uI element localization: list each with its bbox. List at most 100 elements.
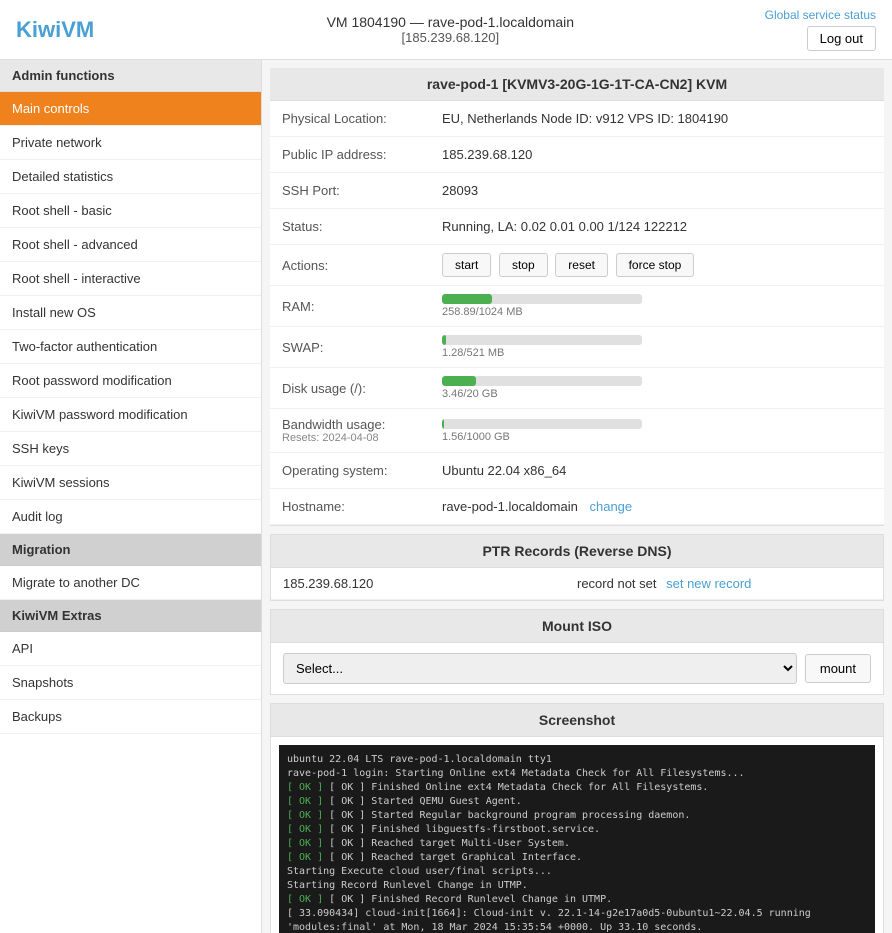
sidebar-item-migrate-dc[interactable]: Migrate to another DC [0, 566, 261, 600]
screenshot-line-0: ubuntu 22.04 LTS rave-pod-1.localdomain … [287, 753, 867, 767]
sidebar-item-main-controls[interactable]: Main controls [0, 92, 261, 126]
vm-ip: [185.239.68.120] [136, 30, 765, 45]
swap-row: SWAP: 1.28/521 MB [270, 327, 884, 368]
swap-progress-fill [442, 335, 446, 345]
os-label: Operating system: [282, 463, 442, 478]
screenshot-line-4: [ OK ] [ OK ] Started Regular background… [287, 809, 867, 823]
panel-title: rave-pod-1 [KVMV3-20G-1G-1T-CA-CN2] KVM [270, 68, 884, 101]
actions-label: Actions: [282, 258, 442, 273]
public-ip-row: Public IP address: 185.239.68.120 [270, 137, 884, 173]
iso-select[interactable]: Select... [283, 653, 797, 684]
sidebar-item-root-shell-interactive[interactable]: Root shell - interactive [0, 262, 261, 296]
disk-row: Disk usage (/): 3.46/20 GB [270, 368, 884, 409]
screenshot-line-7: [ OK ] [ OK ] Reached target Graphical I… [287, 851, 867, 865]
sidebar-item-two-factor-auth[interactable]: Two-factor authentication [0, 330, 261, 364]
stop-button[interactable]: stop [499, 253, 548, 277]
disk-text: 3.46/20 GB [442, 388, 872, 400]
disk-progress-bg [442, 376, 642, 386]
actions-value: start stop reset force stop [442, 253, 872, 277]
physical-location-label: Physical Location: [282, 111, 442, 126]
os-value: Ubuntu 22.04 x86_64 [442, 463, 872, 478]
ssh-port-value: 28093 [442, 183, 872, 198]
mount-iso-section: Mount ISO Select... ▼ mount [270, 609, 884, 695]
topbar-right: Global service status Log out [765, 8, 876, 51]
hostname-label: Hostname: [282, 499, 442, 514]
ram-progress-fill [442, 294, 492, 304]
sidebar-item-kiwivm-password[interactable]: KiwiVM password modification [0, 398, 261, 432]
sidebar-item-root-shell-basic[interactable]: Root shell - basic [0, 194, 261, 228]
bandwidth-value: 1.56/1000 GB [442, 419, 872, 443]
ptr-row: 185.239.68.120 record not set set new re… [271, 568, 883, 600]
sidebar-item-root-shell-advanced[interactable]: Root shell - advanced [0, 228, 261, 262]
physical-location-row: Physical Location: EU, Netherlands Node … [270, 101, 884, 137]
start-button[interactable]: start [442, 253, 491, 277]
physical-location-value: EU, Netherlands Node ID: v912 VPS ID: 18… [442, 111, 872, 126]
screenshot-line-1: rave-pod-1 login: Starting Online ext4 M… [287, 767, 867, 781]
main-info-panel: rave-pod-1 [KVMV3-20G-1G-1T-CA-CN2] KVM … [270, 68, 884, 526]
ptr-title: PTR Records (Reverse DNS) [271, 535, 883, 568]
ram-progress-bg [442, 294, 642, 304]
ptr-set-link[interactable]: set new record [666, 576, 751, 591]
screenshot-line-9: Starting Record Runlevel Change in UTMP. [287, 879, 867, 893]
bandwidth-label: Bandwidth usage: Resets: 2024-04-08 [282, 417, 442, 444]
swap-progress-bg [442, 335, 642, 345]
sidebar-item-kiwivm-sessions[interactable]: KiwiVM sessions [0, 466, 261, 500]
ptr-status: record not set set new record [577, 576, 871, 591]
status-value: Running, LA: 0.02 0.01 0.00 1/124 122212 [442, 219, 872, 234]
ram-label: RAM: [282, 299, 442, 314]
bandwidth-progress-bg [442, 419, 642, 429]
hostname-row: Hostname: rave-pod-1.localdomain change [270, 489, 884, 525]
bandwidth-progress-fill [442, 419, 444, 429]
screenshot-line-8: Starting Execute cloud user/final script… [287, 865, 867, 879]
sidebar-item-detailed-statistics[interactable]: Detailed statistics [0, 160, 261, 194]
actions-row: Actions: start stop reset force stop [270, 245, 884, 286]
screenshot-section: Screenshot ubuntu 22.04 LTS rave-pod-1.l… [270, 703, 884, 933]
reset-button[interactable]: reset [555, 253, 608, 277]
logo: KiwiVM [16, 17, 136, 43]
sidebar-item-backups[interactable]: Backups [0, 700, 261, 734]
logout-button[interactable]: Log out [807, 26, 876, 51]
extras-section-header: KiwiVM Extras [0, 600, 261, 632]
mount-iso-title: Mount ISO [271, 610, 883, 643]
disk-progress-fill [442, 376, 476, 386]
screenshot-line-5: [ OK ] [ OK ] Finished libguestfs-firstb… [287, 823, 867, 837]
content-area: rave-pod-1 [KVMV3-20G-1G-1T-CA-CN2] KVM … [262, 60, 892, 933]
sidebar-item-audit-log[interactable]: Audit log [0, 500, 261, 534]
sidebar: Admin functions Main controls Private ne… [0, 60, 262, 933]
sidebar-item-api[interactable]: API [0, 632, 261, 666]
disk-label: Disk usage (/): [282, 381, 442, 396]
sidebar-item-install-new-os[interactable]: Install new OS [0, 296, 261, 330]
bandwidth-text: 1.56/1000 GB [442, 431, 872, 443]
vm-title: VM 1804190 — rave-pod-1.localdomain [136, 14, 765, 30]
ptr-ip: 185.239.68.120 [283, 576, 577, 591]
main-layout: Admin functions Main controls Private ne… [0, 60, 892, 933]
mount-iso-row: Select... ▼ mount [271, 643, 883, 694]
sidebar-item-snapshots[interactable]: Snapshots [0, 666, 261, 700]
status-label: Status: [282, 219, 442, 234]
admin-functions-title: Admin functions [0, 60, 261, 92]
ram-row: RAM: 258.89/1024 MB [270, 286, 884, 327]
bandwidth-resets: Resets: 2024-04-08 [282, 432, 442, 444]
sidebar-item-private-network[interactable]: Private network [0, 126, 261, 160]
ram-text: 258.89/1024 MB [442, 306, 872, 318]
hostname-value: rave-pod-1.localdomain change [442, 499, 872, 514]
mount-button[interactable]: mount [805, 654, 871, 683]
sidebar-item-root-password[interactable]: Root password modification [0, 364, 261, 398]
swap-value: 1.28/521 MB [442, 335, 872, 359]
ptr-section: PTR Records (Reverse DNS) 185.239.68.120… [270, 534, 884, 601]
swap-text: 1.28/521 MB [442, 347, 872, 359]
ssh-port-row: SSH Port: 28093 [270, 173, 884, 209]
ram-value: 258.89/1024 MB [442, 294, 872, 318]
migration-section-header: Migration [0, 534, 261, 566]
screenshot-line-2: [ OK ] [ OK ] Finished Online ext4 Metad… [287, 781, 867, 795]
vm-info: VM 1804190 — rave-pod-1.localdomain [185… [136, 14, 765, 45]
screenshot-line-11: [ 33.090434] cloud-init[1664]: Cloud-ini… [287, 907, 867, 933]
hostname-change-link[interactable]: change [589, 499, 632, 514]
bandwidth-row: Bandwidth usage: Resets: 2024-04-08 1.56… [270, 409, 884, 453]
screenshot-line-10: [ OK ] [ OK ] Finished Record Runlevel C… [287, 893, 867, 907]
global-status-link[interactable]: Global service status [765, 8, 876, 22]
force-stop-button[interactable]: force stop [616, 253, 695, 277]
sidebar-item-ssh-keys[interactable]: SSH keys [0, 432, 261, 466]
screenshot-line-3: [ OK ] [ OK ] Started QEMU Guest Agent. [287, 795, 867, 809]
swap-label: SWAP: [282, 340, 442, 355]
